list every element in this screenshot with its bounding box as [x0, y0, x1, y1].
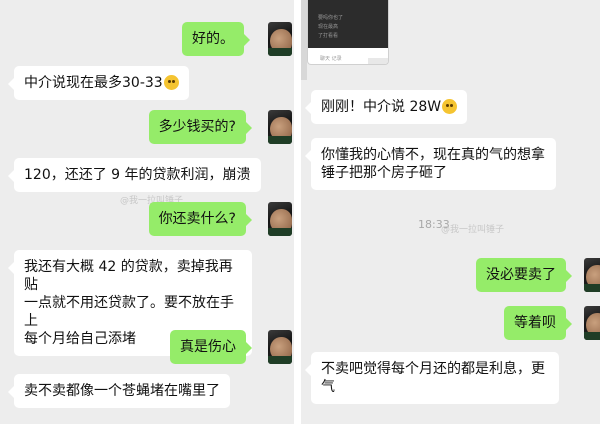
right-chat-panel: 要吗你也了 现在最高 了打看看 聊天 记录 刚刚！中介说 28W 你懂我的心情不…: [301, 0, 600, 424]
message-bubble-out[interactable]: 多少钱买的?: [148, 110, 253, 144]
grimace-emoji-icon: [442, 99, 458, 114]
screenshot-thumbnail[interactable]: 要吗你也了 现在最高 了打看看 聊天 记录: [307, 0, 389, 65]
user-avatar[interactable]: [268, 22, 292, 56]
message-bubble-out[interactable]: 好的。: [182, 22, 250, 56]
user-avatar[interactable]: [584, 258, 600, 292]
message-bubble-in[interactable]: 刚刚！中介说 28W: [304, 90, 468, 124]
message-bubble-in[interactable]: 卖不卖都像一个苍蝇堵在嘴里了: [8, 374, 230, 408]
thumb-line: 现在最高: [318, 24, 339, 30]
message-bubble-out[interactable]: 没必要卖了: [476, 258, 572, 292]
user-avatar[interactable]: [584, 306, 600, 340]
user-avatar[interactable]: [268, 330, 292, 364]
thumb-line: 要吗你也了: [318, 15, 344, 21]
message-bubble-out[interactable]: 等着呗: [504, 306, 572, 340]
thumb-footer: 聊天 记录: [320, 56, 342, 62]
thumb-line: 了打看看: [318, 33, 339, 39]
watermark: @我一拉叫锤子: [441, 225, 505, 235]
user-avatar[interactable]: [268, 110, 292, 144]
message-bubble-in[interactable]: 不卖吧觉得每个月还的都是利息，更 气: [305, 352, 559, 404]
thumb-action-button[interactable]: [368, 58, 388, 64]
message-bubble-out[interactable]: 你还卖什么?: [148, 202, 253, 236]
user-avatar[interactable]: [268, 202, 292, 236]
message-bubble-in[interactable]: 中介说现在最多30-33: [8, 66, 189, 100]
message-bubble-in[interactable]: 120，还还了 9 年的贷款利润，崩溃: [8, 158, 261, 192]
left-chat-panel: 好的。 中介说现在最多30-33 多少钱买的? 120，还还了 9 年的贷款利润…: [0, 0, 294, 424]
message-bubble-in[interactable]: 你懂我的心情不，现在真的气的想拿 锤子把那个房子砸了: [305, 138, 556, 190]
grimace-emoji-icon: [163, 75, 179, 90]
message-bubble-out[interactable]: 真是伤心: [170, 330, 252, 364]
